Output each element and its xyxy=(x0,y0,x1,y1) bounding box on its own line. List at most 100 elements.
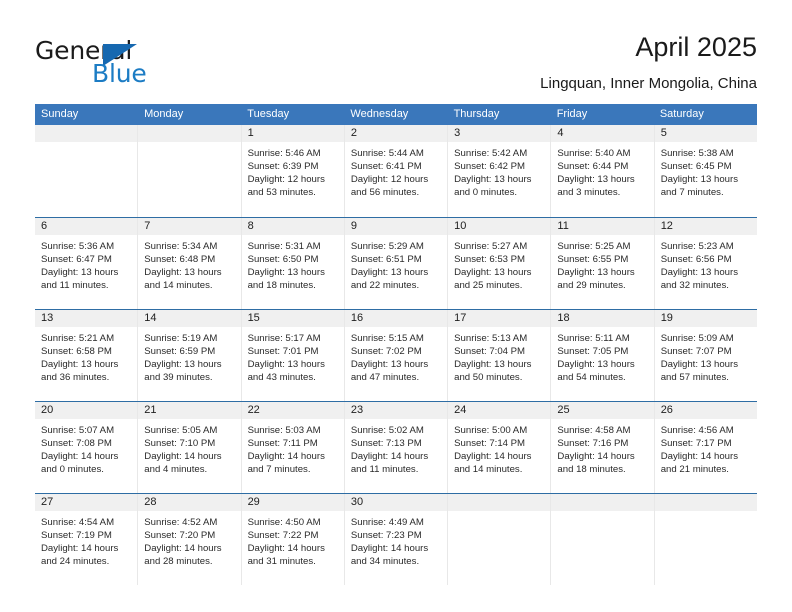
sunset-text: Sunset: 6:56 PM xyxy=(660,254,732,266)
calendar-day-cell[interactable]: 30 Sunrise: 4:49 AM Sunset: 7:23 PM Dayligh… xyxy=(343,494,448,585)
daylight-text-line2: and 36 minutes. xyxy=(41,372,110,384)
calendar-day-cell[interactable]: 19 Sunrise: 5:09 AM Sunset: 7:07 PM Dayligh… xyxy=(653,310,757,401)
sunset-text: Sunset: 6:51 PM xyxy=(350,254,422,266)
calendar-day-cell[interactable]: 5 Sunrise: 5:38 AM Sunset: 6:45 PM Daylight… xyxy=(653,125,757,217)
calendar-day-cell[interactable]: 9 Sunrise: 5:29 AM Sunset: 6:51 PM Daylight… xyxy=(343,218,448,309)
day-details: Sunrise: 5:21 AM Sunset: 6:58 PM Daylight:… xyxy=(35,327,137,384)
day-number xyxy=(138,125,241,142)
sunset-text: Sunset: 6:42 PM xyxy=(454,161,526,173)
day-number: 28 xyxy=(138,494,241,511)
day-number: 5 xyxy=(654,125,757,142)
daylight-text-line2: and 11 minutes. xyxy=(41,280,109,292)
sunrise-text: Sunrise: 5:38 AM xyxy=(660,148,734,159)
calendar-day-cell[interactable]: 17 Sunrise: 5:13 AM Sunset: 7:04 PM Dayligh… xyxy=(447,310,551,401)
daylight-text-line1: Daylight: 13 hours xyxy=(557,267,635,279)
sunrise-text: Sunrise: 5:44 AM xyxy=(350,148,424,159)
daylight-text-line1: Daylight: 13 hours xyxy=(144,267,222,279)
calendar-day-cell[interactable]: 15 Sunrise: 5:17 AM Sunset: 7:01 PM Dayligh… xyxy=(240,310,344,401)
calendar-day-cell[interactable]: 12 Sunrise: 5:23 AM Sunset: 6:56 PM Dayligh… xyxy=(653,218,757,309)
daylight-text-line1: Daylight: 14 hours xyxy=(350,543,429,555)
brand-logo[interactable]: General Blue xyxy=(35,36,235,88)
calendar-day-cell[interactable]: 28 Sunrise: 4:52 AM Sunset: 7:20 PM Dayligh… xyxy=(137,494,241,585)
sunset-text: Sunset: 7:02 PM xyxy=(350,346,422,358)
daylight-text-line1: Daylight: 14 hours xyxy=(247,451,325,463)
daylight-text-line1: Daylight: 14 hours xyxy=(454,451,532,463)
day-number: 15 xyxy=(241,310,344,327)
day-details: Sunrise: 5:11 AM Sunset: 7:05 PM Daylight:… xyxy=(551,327,653,384)
calendar-day-cell[interactable]: 18 Sunrise: 5:11 AM Sunset: 7:05 PM Dayligh… xyxy=(550,310,654,401)
sunset-text: Sunset: 6:47 PM xyxy=(41,254,112,266)
calendar-day-cell[interactable]: 23 Sunrise: 5:02 AM Sunset: 7:13 PM Dayligh… xyxy=(343,402,448,493)
calendar-day-cell[interactable]: 2 Sunrise: 5:44 AM Sunset: 6:41 PM Daylight… xyxy=(343,125,448,217)
daylight-text-line2: and 43 minutes. xyxy=(247,372,316,384)
day-details: Sunrise: 5:19 AM Sunset: 6:59 PM Daylight:… xyxy=(138,327,240,384)
daylight-text-line1: Daylight: 12 hours xyxy=(350,174,429,186)
daylight-text-line2: and 25 minutes. xyxy=(454,280,523,292)
daylight-text-line1: Daylight: 12 hours xyxy=(247,174,325,186)
calendar-day-cell[interactable]: 25 Sunrise: 4:58 AM Sunset: 7:16 PM Dayligh… xyxy=(550,402,654,493)
daylight-text-line2: and 7 minutes. xyxy=(660,187,724,199)
day-number xyxy=(551,494,654,511)
calendar-day-cell[interactable]: 29 Sunrise: 4:50 AM Sunset: 7:22 PM Dayligh… xyxy=(240,494,344,585)
daylight-text-line2: and 39 minutes. xyxy=(144,372,213,384)
daylight-text-line1: Daylight: 13 hours xyxy=(454,359,532,371)
sunrise-text: Sunrise: 5:19 AM xyxy=(144,333,218,344)
daylight-text-line2: and 54 minutes. xyxy=(557,372,626,384)
sunset-text: Sunset: 7:05 PM xyxy=(557,346,629,358)
calendar-day-cell[interactable]: 27 Sunrise: 4:54 AM Sunset: 7:19 PM Dayligh… xyxy=(35,494,138,585)
calendar-page: General Blue April 2025 Lingquan, Inner … xyxy=(0,0,792,612)
daylight-text-line2: and 31 minutes. xyxy=(247,556,316,568)
day-number: 22 xyxy=(241,402,344,419)
day-number: 11 xyxy=(551,218,654,235)
calendar-day-cell[interactable]: 22 Sunrise: 5:03 AM Sunset: 7:11 PM Dayligh… xyxy=(240,402,344,493)
day-number xyxy=(35,125,138,142)
day-details: Sunrise: 5:44 AM Sunset: 6:41 PM Daylight:… xyxy=(345,142,447,199)
sunrise-text: Sunrise: 5:36 AM xyxy=(41,241,115,252)
calendar-day-cell[interactable]: 8 Sunrise: 5:31 AM Sunset: 6:50 PM Daylight… xyxy=(240,218,344,309)
calendar-day-cell-empty xyxy=(137,125,241,217)
day-number: 3 xyxy=(448,125,551,142)
day-details: Sunrise: 5:05 AM Sunset: 7:10 PM Daylight:… xyxy=(138,419,240,476)
day-details: Sunrise: 5:38 AM Sunset: 6:45 PM Daylight:… xyxy=(655,142,757,199)
sunset-text: Sunset: 6:55 PM xyxy=(557,254,629,266)
calendar-day-cell[interactable]: 13 Sunrise: 5:21 AM Sunset: 6:58 PM Dayligh… xyxy=(35,310,138,401)
sunrise-text: Sunrise: 5:00 AM xyxy=(454,425,528,436)
day-number: 18 xyxy=(551,310,654,327)
calendar-day-cell[interactable]: 14 Sunrise: 5:19 AM Sunset: 6:59 PM Dayligh… xyxy=(137,310,241,401)
calendar-day-cell[interactable]: 10 Sunrise: 5:27 AM Sunset: 6:53 PM Dayligh… xyxy=(447,218,551,309)
day-of-week-header: Friday xyxy=(556,108,588,120)
calendar-day-cell[interactable]: 26 Sunrise: 4:56 AM Sunset: 7:17 PM Dayligh… xyxy=(653,402,757,493)
calendar-day-cell-empty xyxy=(447,494,551,585)
daylight-text-line1: Daylight: 13 hours xyxy=(144,359,222,371)
day-details: Sunrise: 5:17 AM Sunset: 7:01 PM Daylight:… xyxy=(242,327,344,384)
sunset-text: Sunset: 6:53 PM xyxy=(454,254,526,266)
calendar-day-cell[interactable]: 21 Sunrise: 5:05 AM Sunset: 7:10 PM Dayligh… xyxy=(137,402,241,493)
calendar-day-cell[interactable]: 11 Sunrise: 5:25 AM Sunset: 6:55 PM Dayligh… xyxy=(550,218,654,309)
daylight-text-line1: Daylight: 14 hours xyxy=(660,451,739,463)
sunrise-text: Sunrise: 4:56 AM xyxy=(660,425,734,436)
page-title: April 2025 xyxy=(635,32,757,62)
calendar-day-cell-empty xyxy=(653,494,757,585)
calendar-week-row: 1 Sunrise: 5:46 AM Sunset: 6:39 PM Daylight… xyxy=(35,125,757,217)
sunrise-text: Sunrise: 4:50 AM xyxy=(247,517,321,528)
daylight-text-line1: Daylight: 13 hours xyxy=(350,359,429,371)
calendar-day-cell[interactable]: 16 Sunrise: 5:15 AM Sunset: 7:02 PM Dayligh… xyxy=(343,310,448,401)
calendar-day-cell-empty xyxy=(550,494,654,585)
calendar-day-cell[interactable]: 24 Sunrise: 5:00 AM Sunset: 7:14 PM Dayligh… xyxy=(447,402,551,493)
day-number: 16 xyxy=(344,310,448,327)
daylight-text-line2: and 14 minutes. xyxy=(454,464,523,476)
day-details: Sunrise: 4:58 AM Sunset: 7:16 PM Daylight:… xyxy=(551,419,653,476)
daylight-text-line2: and 34 minutes. xyxy=(350,556,420,568)
calendar-day-cell[interactable]: 1 Sunrise: 5:46 AM Sunset: 6:39 PM Daylight… xyxy=(240,125,344,217)
sunset-text: Sunset: 6:48 PM xyxy=(144,254,216,266)
day-number: 25 xyxy=(551,402,654,419)
calendar-day-cell[interactable]: 20 Sunrise: 5:07 AM Sunset: 7:08 PM Dayligh… xyxy=(35,402,138,493)
daylight-text-line1: Daylight: 13 hours xyxy=(557,359,635,371)
daylight-text-line2: and 53 minutes. xyxy=(247,187,316,199)
day-details: Sunrise: 5:09 AM Sunset: 7:07 PM Daylight:… xyxy=(655,327,757,384)
calendar-day-cell[interactable]: 7 Sunrise: 5:34 AM Sunset: 6:48 PM Daylight… xyxy=(137,218,241,309)
calendar-day-cell[interactable]: 3 Sunrise: 5:42 AM Sunset: 6:42 PM Daylight… xyxy=(447,125,551,217)
sunset-text: Sunset: 7:17 PM xyxy=(660,438,732,450)
calendar-day-cell[interactable]: 4 Sunrise: 5:40 AM Sunset: 6:44 PM Daylight… xyxy=(550,125,654,217)
calendar-day-cell[interactable]: 6 Sunrise: 5:36 AM Sunset: 6:47 PM Daylight… xyxy=(35,218,138,309)
